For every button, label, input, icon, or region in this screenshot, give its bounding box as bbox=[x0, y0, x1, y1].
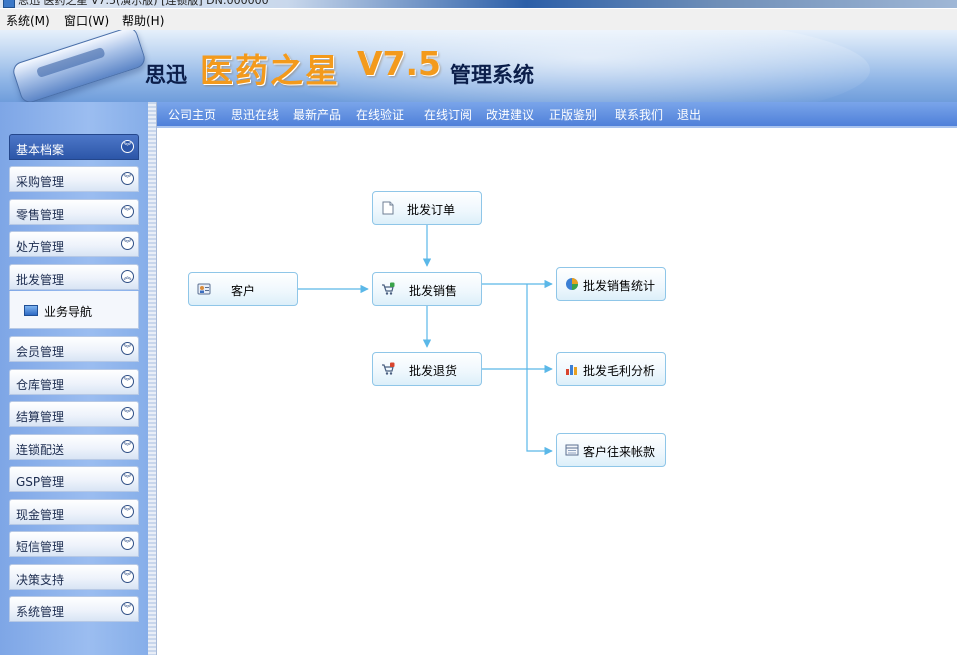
sidebar-item-cash[interactable]: 现金管理 ︾ bbox=[9, 499, 139, 525]
flow-node-customer[interactable]: 客户 bbox=[188, 272, 298, 306]
chevron-down-icon[interactable]: ︾ bbox=[121, 505, 134, 518]
sidebar-item-warehouse[interactable]: 仓库管理 ︾ bbox=[9, 369, 139, 395]
sidebar-item-label: 基本档案 bbox=[16, 143, 65, 157]
flow-node-label: 客户往来帐款 bbox=[583, 445, 656, 459]
flow-node-label: 批发订单 bbox=[407, 203, 456, 217]
top-nav-authenticity[interactable]: 正版鉴别 bbox=[549, 106, 597, 123]
flow-node-label: 批发退货 bbox=[409, 364, 458, 378]
sidebar-item-prescription[interactable]: 处方管理 ︾ bbox=[9, 231, 139, 257]
top-nav-suggestions[interactable]: 改进建议 bbox=[486, 106, 534, 123]
chevron-down-icon[interactable]: ︾ bbox=[121, 342, 134, 355]
business-navigation-canvas bbox=[157, 128, 957, 655]
sidebar-subpanel-wholesale: 业务导航 bbox=[9, 291, 139, 329]
menu-help[interactable]: 帮助(H) bbox=[122, 12, 164, 29]
chevron-down-icon[interactable]: ︾ bbox=[121, 537, 134, 550]
sidebar-item-label: GSP管理 bbox=[16, 475, 65, 489]
chevron-down-icon[interactable]: ︾ bbox=[121, 172, 134, 185]
flow-node-wholesale-order[interactable]: 批发订单 bbox=[372, 191, 482, 225]
window-titlebar: 思迅 医药之星 V7.5(演示版) [连锁版] DN:000000 bbox=[0, 0, 957, 8]
flow-node-label: 客户 bbox=[231, 284, 256, 298]
sidebar-item-sms[interactable]: 短信管理 ︾ bbox=[9, 531, 139, 557]
sidebar-item-retail[interactable]: 零售管理 ︾ bbox=[9, 199, 139, 225]
sidebar-item-label: 零售管理 bbox=[16, 208, 65, 222]
sidebar-item-gsp[interactable]: GSP管理 ︾ bbox=[9, 466, 139, 492]
cart-add-icon bbox=[382, 282, 395, 295]
flow-node-wholesale-returns[interactable]: 批发退货 bbox=[372, 352, 482, 386]
chevron-down-icon[interactable]: ︾ bbox=[121, 570, 134, 583]
sidebar-item-purchase[interactable]: 采购管理 ︾ bbox=[9, 166, 139, 192]
app-banner: 思迅 医药之星 V7.5 管理系统 bbox=[0, 30, 957, 102]
sidebar-item-system[interactable]: 系统管理 ︾ bbox=[9, 596, 139, 622]
sidebar-item-label: 现金管理 bbox=[16, 508, 65, 522]
flow-node-sales-statistics[interactable]: 批发销售统计 bbox=[556, 267, 666, 301]
sidebar-item-label: 短信管理 bbox=[16, 540, 65, 554]
chevron-down-icon[interactable]: ︾ bbox=[121, 205, 134, 218]
flow-node-wholesale-sales[interactable]: 批发销售 bbox=[372, 272, 482, 306]
flow-node-label: 批发销售 bbox=[409, 284, 458, 298]
sidebar-splitter[interactable] bbox=[148, 102, 157, 655]
sidebar-item-label: 连锁配送 bbox=[16, 443, 65, 457]
app-icon bbox=[3, 0, 15, 8]
cart-return-icon bbox=[382, 362, 395, 375]
sidebar-item-membership[interactable]: 会员管理 ︾ bbox=[9, 336, 139, 362]
sidebar-item-label: 批发管理 bbox=[16, 273, 65, 287]
window-title: 思迅 医药之星 V7.5(演示版) [连锁版] DN:000000 bbox=[18, 0, 269, 7]
top-nav-contact[interactable]: 联系我们 bbox=[615, 106, 663, 123]
banner-version: V7.5 bbox=[357, 44, 441, 83]
banner-suffix: 管理系统 bbox=[450, 63, 534, 87]
sidebar-item-label: 会员管理 bbox=[16, 345, 65, 359]
sidebar-item-label: 结算管理 bbox=[16, 410, 65, 424]
top-nav-online[interactable]: 思迅在线 bbox=[231, 106, 279, 123]
sidebar-item-label: 仓库管理 bbox=[16, 378, 65, 392]
sidebar-item-wholesale[interactable]: 批发管理 ︽ bbox=[9, 264, 139, 290]
sidebar-subitem-business-nav[interactable]: 业务导航 bbox=[44, 303, 92, 320]
sidebar-item-label: 处方管理 bbox=[16, 240, 65, 254]
menu-bar: 系统(M) 窗口(W) 帮助(H) bbox=[0, 9, 957, 31]
sidebar-item-decision[interactable]: 决策支持 ︾ bbox=[9, 564, 139, 590]
chevron-up-icon[interactable]: ︽ bbox=[121, 270, 134, 283]
pie-chart-icon bbox=[566, 278, 578, 290]
flow-node-label: 批发毛利分析 bbox=[583, 364, 656, 378]
chevron-down-icon[interactable]: ︾ bbox=[121, 375, 134, 388]
top-nav-verify[interactable]: 在线验证 bbox=[356, 106, 404, 123]
flow-node-customer-accounts[interactable]: 客户往来帐款 bbox=[556, 433, 666, 467]
banner-product-name: 医药之星 bbox=[200, 51, 340, 90]
menu-system[interactable]: 系统(M) bbox=[6, 12, 50, 29]
document-icon bbox=[382, 201, 394, 215]
chevron-down-icon[interactable]: ︾ bbox=[121, 602, 134, 615]
top-nav-new-products[interactable]: 最新产品 bbox=[293, 106, 341, 123]
chevron-down-icon[interactable]: ︾ bbox=[121, 140, 134, 153]
chevron-down-icon[interactable]: ︾ bbox=[121, 440, 134, 453]
ledger-icon bbox=[565, 444, 579, 456]
sidebar-item-label: 采购管理 bbox=[16, 175, 65, 189]
product-logo-device bbox=[10, 30, 148, 102]
chevron-down-icon[interactable]: ︾ bbox=[121, 472, 134, 485]
sidebar-item-label: 系统管理 bbox=[16, 605, 65, 619]
sidebar-item-settlement[interactable]: 结算管理 ︾ bbox=[9, 401, 139, 427]
customer-card-icon bbox=[197, 283, 211, 295]
flow-node-gross-margin-analysis[interactable]: 批发毛利分析 bbox=[556, 352, 666, 386]
sidebar-item-basic-records[interactable]: 基本档案 ︾ bbox=[9, 134, 139, 160]
top-nav-exit[interactable]: 退出 bbox=[677, 106, 701, 123]
chevron-down-icon[interactable]: ︾ bbox=[121, 407, 134, 420]
banner-brand: 思迅 bbox=[145, 63, 187, 87]
top-nav-bar: 公司主页 思迅在线 最新产品 在线验证 在线订阅 改进建议 正版鉴别 联系我们 … bbox=[157, 102, 957, 128]
monitor-icon bbox=[24, 305, 38, 316]
menu-window[interactable]: 窗口(W) bbox=[64, 12, 109, 29]
top-nav-subscribe[interactable]: 在线订阅 bbox=[424, 106, 472, 123]
chevron-down-icon[interactable]: ︾ bbox=[121, 237, 134, 250]
top-nav-company-home[interactable]: 公司主页 bbox=[168, 106, 216, 123]
bar-chart-icon bbox=[566, 365, 577, 375]
sidebar-item-label: 决策支持 bbox=[16, 573, 65, 587]
sidebar-item-chain-delivery[interactable]: 连锁配送 ︾ bbox=[9, 434, 139, 460]
flow-node-label: 批发销售统计 bbox=[583, 279, 656, 293]
